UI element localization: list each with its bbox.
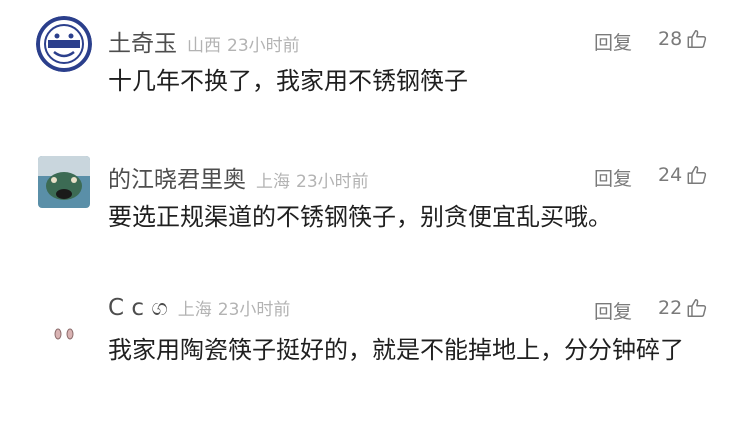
- username[interactable]: C c ග: [108, 295, 168, 321]
- comment-text: 要选正规渠道的不锈钢筷子，别贪便宜乱买哦。: [108, 203, 612, 231]
- location: 上海: [177, 300, 212, 320]
- like-button[interactable]: 24: [658, 162, 708, 188]
- like-button[interactable]: 22: [658, 295, 708, 321]
- username[interactable]: 土奇玉: [108, 24, 177, 58]
- comment-text: 我家用陶瓷筷子挺好的，就是不能掉地上，分分钟碎了: [108, 336, 684, 364]
- like-count: 24: [658, 164, 683, 186]
- avatar[interactable]: [36, 16, 92, 72]
- timestamp: 23小时前: [296, 172, 369, 192]
- reply-button[interactable]: 回复: [594, 28, 632, 55]
- like-count: 28: [658, 28, 683, 50]
- thumbs-up-icon: [687, 299, 707, 317]
- comment-item: C c ග 上海 23小时前 回复 22 我家用陶瓷筷子挺好的，就是不能掉地上，…: [0, 275, 750, 435]
- location: 山西: [187, 36, 221, 56]
- thumbs-up-icon: [687, 166, 707, 184]
- logo-avatar-icon: [36, 16, 92, 72]
- reply-button[interactable]: 回复: [594, 297, 632, 324]
- avatar[interactable]: [38, 156, 90, 208]
- comment-meta: 土奇玉 山西 23小时前: [108, 24, 300, 57]
- like-button[interactable]: 28: [658, 26, 708, 52]
- comment-text: 十几年不换了，我家用不锈钢筷子: [108, 67, 468, 95]
- reply-button[interactable]: 回复: [594, 164, 632, 191]
- location: 上海: [256, 172, 290, 192]
- timestamp: 23小时前: [217, 300, 291, 320]
- like-count: 22: [658, 297, 683, 319]
- username[interactable]: 的江晓君里奥: [108, 160, 246, 194]
- thumbs-up-icon: [687, 30, 707, 48]
- bunny-ears-avatar-icon: [36, 293, 92, 349]
- avatar[interactable]: [36, 293, 92, 349]
- timestamp: 23小时前: [227, 36, 300, 56]
- photo-avatar-icon: [38, 156, 90, 208]
- comment-meta: 的江晓君里奥 上海 23小时前: [108, 160, 369, 193]
- comment-item: 土奇玉 山西 23小时前 回复 28 十几年不换了，我家用不锈钢筷子: [0, 0, 750, 140]
- comment-meta: C c ග 上海 23小时前: [108, 295, 290, 325]
- comment-item: 的江晓君里奥 上海 23小时前 回复 24 要选正规渠道的不锈钢筷子，别贪便宜乱…: [0, 140, 750, 275]
